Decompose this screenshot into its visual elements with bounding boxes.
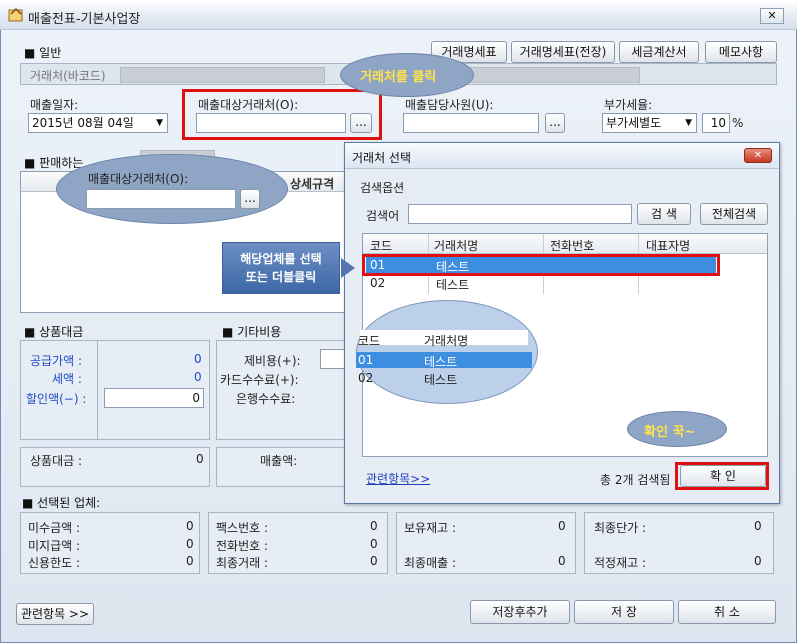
memo-button[interactable]: 메모사항 (705, 41, 777, 63)
sales-amount-label: 매출액: (260, 454, 298, 468)
zoom-row1-name: 테스트 (424, 355, 458, 369)
last-trade-label: 최종거래 : (216, 556, 269, 570)
general-section-label: ■ 일반 (24, 46, 62, 60)
fee-input[interactable] (320, 349, 346, 369)
last-price-label: 최종단가 : (594, 521, 647, 535)
dialog-close-button[interactable]: ✕ (744, 148, 772, 163)
search-options-label: 검색옵션 (360, 181, 405, 195)
goods-total-section-label: ■ 상품대금 (24, 325, 84, 339)
last-trade-value: 0 (370, 554, 378, 568)
stock-value: 0 (558, 519, 566, 533)
zoom-row2-code: 02 (358, 371, 374, 385)
chevron-down-icon: ▼ (156, 118, 163, 128)
zoom-col-name: 거래처명 (424, 334, 469, 348)
staff-label: 매출담당사원(U): (405, 98, 494, 112)
zoom-customer-label: 매출대상거래처(O): (88, 172, 189, 186)
selected-company-section-label: ■ 선택된 업체: (22, 496, 101, 510)
payable-label: 미지급액 : (28, 539, 81, 553)
goods-sum-value: 0 (196, 452, 204, 466)
window-title: 매출전표-기본사업장 (28, 12, 141, 27)
callout-select-company: 해당업체를 선택 또는 더블클릭 (222, 242, 340, 294)
receivable-label: 미수금액 : (28, 521, 81, 535)
customer-highlight-box (182, 89, 382, 140)
search-all-button[interactable]: 전체검색 (700, 203, 768, 225)
zoom-customer-input (86, 189, 236, 209)
result-count: 총 2개 검색됨 (600, 473, 671, 487)
arrow-right-icon (341, 258, 355, 278)
barcode-field (120, 67, 325, 83)
search-button[interactable]: 검 색 (637, 203, 691, 225)
discount-input[interactable]: 0 (104, 388, 204, 408)
zoom-col-code: 코드 (358, 334, 381, 348)
phone-value: 0 (370, 537, 378, 551)
vat-mode-select[interactable]: 부가세별도 ▼ (602, 113, 697, 133)
barcode-field-2 (455, 67, 640, 83)
callout-click-text: 거래처를 클릭 (360, 70, 437, 85)
fax-label: 팩스번호 : (216, 521, 269, 535)
tax-invoice-button[interactable]: 세금계산서 (619, 41, 699, 63)
tax-value: 0 (194, 370, 202, 384)
row2-name: 테스트 (436, 278, 470, 292)
cancel-button[interactable]: 취 소 (678, 600, 776, 624)
keyword-label: 검색어 (366, 209, 400, 223)
last-sale-value: 0 (558, 554, 566, 568)
vat-mode-value: 부가세별도 (606, 116, 662, 130)
related-items-button[interactable]: 관련항목 >> (16, 603, 94, 625)
supply-label: 공급가액 : (30, 354, 83, 368)
ok-highlight-box (675, 462, 769, 490)
card-fee-label: 카드수수료(+): (220, 373, 299, 387)
other-costs-section-label: ■ 기타비용 (222, 325, 282, 339)
barcode-label: 거래처(바코드) (30, 69, 106, 83)
dialog-title: 거래처 선택 (352, 151, 412, 165)
sales-date-picker[interactable]: 2015년 08월 04일 ▼ (28, 113, 168, 133)
fax-value: 0 (370, 519, 378, 533)
staff-input[interactable] (403, 113, 539, 133)
row-highlight-box (362, 254, 720, 276)
row2-code: 02 (370, 276, 386, 290)
save-add-button[interactable]: 저장후추가 (470, 600, 570, 624)
last-sale-label: 최종매출 : (404, 556, 457, 570)
proper-stock-value: 0 (754, 554, 762, 568)
bank-fee-label: 은행수수료: (236, 392, 296, 406)
credit-limit-label: 신용한도 : (28, 556, 81, 570)
discount-label: 할인액(−) : (26, 392, 87, 406)
vat-label: 부가세율: (604, 98, 653, 112)
zoom-row2-name: 테스트 (424, 373, 458, 387)
dialog-related-link[interactable]: 관련항목>> (366, 470, 430, 487)
zoom-browse-button: ... (240, 189, 260, 209)
vat-rate-input[interactable]: 10 (702, 113, 730, 133)
invoice-electronic-button[interactable]: 거래명세표(전장) (511, 41, 615, 63)
credit-limit-value: 0 (186, 554, 194, 568)
goods-sum-label: 상품대금 : (30, 454, 83, 468)
chevron-down-icon: ▼ (685, 118, 692, 128)
zoom-row1-code: 01 (358, 353, 374, 367)
phone-label: 전화번호 : (216, 539, 269, 553)
window-close-button[interactable]: ✕ (760, 8, 784, 24)
save-button[interactable]: 저 장 (574, 600, 674, 624)
sales-items-section-label: ■ 판매하는 (24, 156, 84, 170)
receivable-value: 0 (186, 519, 194, 533)
sales-date-value: 2015년 08월 04일 (32, 116, 134, 130)
proper-stock-label: 적정재고 : (594, 556, 647, 570)
supply-value: 0 (194, 352, 202, 366)
col-rep: 대표자명 (646, 239, 691, 253)
app-icon (8, 7, 24, 23)
percent-label: % (732, 116, 744, 130)
sales-date-label: 매출일자: (30, 98, 79, 112)
staff-browse-button[interactable]: ... (545, 113, 565, 133)
payable-value: 0 (186, 537, 194, 551)
col-phone: 전화번호 (550, 239, 595, 253)
keyword-input[interactable] (408, 204, 632, 224)
col-name: 거래처명 (434, 239, 479, 253)
col-spec: 상세규격 (290, 177, 335, 191)
last-price-value: 0 (754, 519, 762, 533)
fee-label: 제비용(+): (244, 354, 301, 368)
stock-label: 보유재고 : (404, 521, 457, 535)
col-code: 코드 (370, 239, 393, 253)
tax-label: 세액 : (52, 372, 82, 386)
callout-confirm-text: 확인 꾹~ (644, 425, 696, 440)
